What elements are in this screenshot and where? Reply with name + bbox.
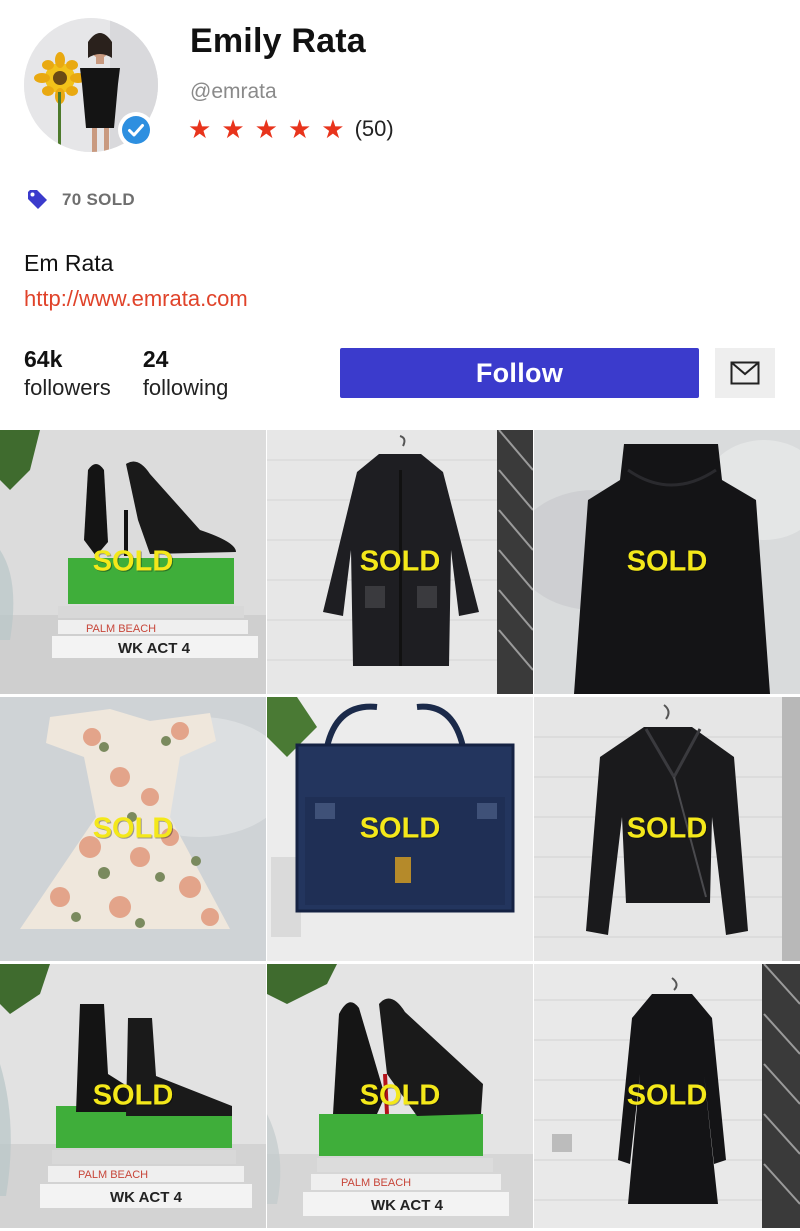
sold-overlay: SOLD <box>626 545 708 578</box>
followers-stat[interactable]: 64k followers <box>24 346 111 401</box>
followers-label: followers <box>24 375 111 400</box>
star-icon: ★ <box>221 114 245 144</box>
listing-tile[interactable]: SOLD <box>534 697 800 961</box>
sold-overlay: SOLD <box>92 812 174 845</box>
followers-count: 64k <box>24 346 63 372</box>
sold-overlay: SOLD <box>359 812 441 845</box>
sold-overlay: SOLD <box>359 545 441 578</box>
sold-overlay: SOLD <box>92 545 174 578</box>
listing-tile[interactable]: SOLD <box>267 430 533 694</box>
sold-overlay: SOLD <box>92 1079 174 1112</box>
tag-icon <box>28 190 47 209</box>
star-icon: ★ <box>287 114 312 144</box>
listings-grid: PALM BEACH WK ACT 4 SOLD SOLD SOLD SOLD … <box>0 430 800 1231</box>
following-stat[interactable]: 24 following <box>143 346 229 401</box>
profile-name: Emily Rata <box>190 22 366 60</box>
listing-tile[interactable]: PALM BEACH WK ACT 4 SOLD <box>267 964 533 1228</box>
star-icon: ★ <box>321 114 345 144</box>
follow-button[interactable]: Follow <box>340 348 699 398</box>
listing-tile[interactable]: SOLD <box>534 430 800 694</box>
mail-icon <box>730 361 760 385</box>
following-count: 24 <box>142 346 169 372</box>
sold-overlay: SOLD <box>359 1079 441 1112</box>
following-label: following <box>142 375 229 400</box>
sold-overlay: SOLD <box>626 812 708 845</box>
review-count: (50) <box>354 116 394 141</box>
star-icon: ★ <box>254 114 278 144</box>
listing-tile[interactable]: SOLD <box>267 697 533 961</box>
sold-badge: 70 SOLD <box>26 188 135 212</box>
book-spine-wk-act: WK ACT 4 <box>118 640 191 657</box>
book-spine-palm-beach: PALM BEACH <box>86 623 156 635</box>
sold-count: 70 SOLD <box>62 190 135 209</box>
profile-handle: @emrata <box>190 80 277 103</box>
book-spine-palm-beach: PALM BEACH <box>78 1169 148 1181</box>
book-spine-palm-beach: PALM BEACH <box>341 1177 411 1189</box>
book-spine-wk-act: WK ACT 4 <box>110 1189 183 1206</box>
verified-check-icon <box>118 112 154 148</box>
listing-tile[interactable]: PALM BEACH WK ACT 4 SOLD <box>0 964 266 1228</box>
listing-tile[interactable]: PALM BEACH WK ACT 4 SOLD <box>0 430 266 694</box>
profile-stats: 64k followers 24 following <box>24 346 260 401</box>
listing-tile[interactable]: SOLD <box>534 964 800 1228</box>
listing-tile[interactable]: SOLD <box>0 697 266 961</box>
profile-bio: Em Rata <box>24 250 114 276</box>
message-button[interactable] <box>715 348 775 398</box>
book-spine-wk-act: WK ACT 4 <box>371 1197 444 1214</box>
sold-overlay: SOLD <box>626 1079 708 1112</box>
star-icon: ★ <box>188 114 212 144</box>
profile-header: Emily Rata @emrata ★ ★ ★ ★ ★ (50) 70 SOL… <box>0 0 800 430</box>
website-link[interactable]: http://www.emrata.com <box>24 286 248 312</box>
rating[interactable]: ★ ★ ★ ★ ★ (50) <box>188 116 394 142</box>
